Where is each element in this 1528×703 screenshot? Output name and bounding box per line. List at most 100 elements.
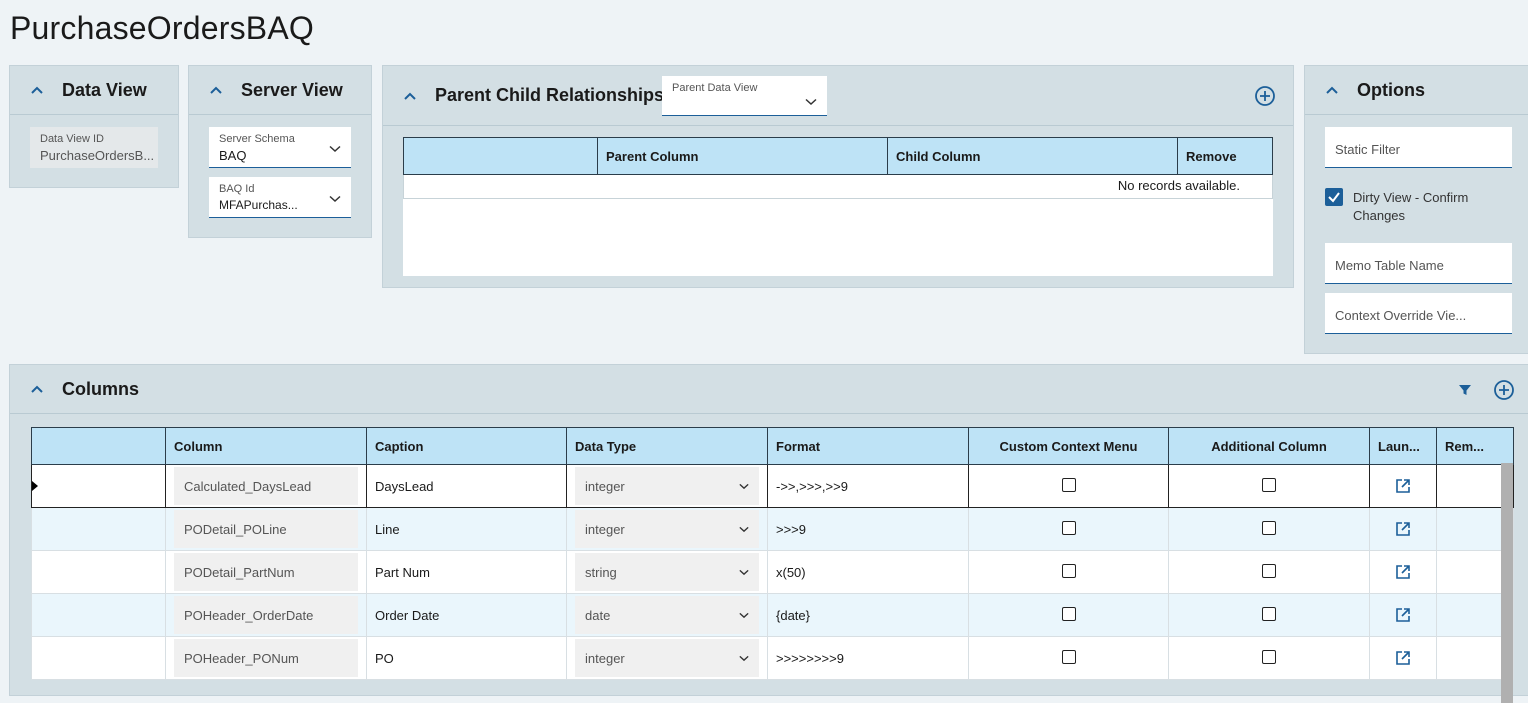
table-row[interactable]: PODetail_POLine Line integer >>>9 (31, 507, 1514, 551)
chevron-up-icon[interactable] (399, 85, 421, 107)
add-icon[interactable] (1254, 85, 1276, 107)
grid-header-caption[interactable]: Caption (366, 427, 567, 465)
data-type-cell[interactable]: integer (566, 507, 768, 551)
filter-icon[interactable] (1458, 383, 1472, 397)
chevron-down-icon[interactable] (329, 145, 341, 153)
additional-column-checkbox[interactable] (1262, 563, 1276, 578)
column-cell: PODetail_POLine (165, 507, 367, 551)
caption-cell[interactable]: Part Num (366, 550, 567, 594)
vertical-scrollbar[interactable] (1501, 463, 1513, 703)
memo-table-input[interactable]: Memo Table Name (1325, 243, 1512, 284)
context-override-input[interactable]: Context Override Vie... (1325, 293, 1512, 334)
data-type-cell[interactable]: string (566, 550, 768, 594)
table-row[interactable]: POHeader_OrderDate Order Date date {date… (31, 593, 1514, 637)
data-type-cell[interactable]: integer (566, 464, 768, 508)
caption-cell[interactable]: Order Date (366, 593, 567, 637)
custom-context-menu-checkbox[interactable] (1061, 649, 1076, 664)
dirty-view-checkbox[interactable] (1325, 188, 1343, 206)
additional-column-checkbox[interactable] (1262, 477, 1276, 492)
format-cell[interactable]: {date} (767, 593, 969, 637)
chevron-down-icon[interactable] (329, 195, 341, 203)
grid-header-parent-column[interactable]: Parent Column (597, 137, 888, 175)
options-panel: Options Static Filter Dirty View - Confi… (1304, 65, 1528, 354)
chevron-up-icon[interactable] (26, 378, 48, 400)
grid-header-child-column[interactable]: Child Column (887, 137, 1178, 175)
columns-title: Columns (62, 378, 140, 399)
table-row[interactable]: POHeader_PONum PO integer >>>>>>>>9 (31, 636, 1514, 680)
format-cell[interactable]: x(50) (767, 550, 969, 594)
grid-header-custom-context-menu[interactable]: Custom Context Menu (968, 427, 1169, 465)
grid-header-launch[interactable]: Laun... (1369, 427, 1437, 465)
data-view-id-value: PurchaseOrdersB... (40, 148, 155, 163)
row-selector[interactable] (31, 636, 166, 680)
data-view-header[interactable]: Data View (10, 66, 178, 115)
caption-cell[interactable]: PO (366, 636, 567, 680)
chevron-down-icon[interactable] (739, 526, 749, 533)
options-header[interactable]: Options (1305, 66, 1528, 115)
parent-child-panel: Parent Child Relationships Parent Data V… (382, 65, 1294, 288)
data-type-cell[interactable]: integer (566, 636, 768, 680)
data-type-select[interactable]: integer (575, 639, 759, 677)
chevron-down-icon[interactable] (805, 98, 817, 106)
static-filter-input[interactable]: Static Filter (1325, 127, 1512, 168)
data-view-title: Data View (62, 79, 147, 100)
custom-context-menu-checkbox[interactable] (1061, 477, 1076, 492)
row-selector[interactable] (31, 593, 166, 637)
format-cell[interactable]: ->>,>>>,>>9 (767, 464, 969, 508)
external-link-icon[interactable] (1395, 478, 1411, 494)
row-selector[interactable] (31, 464, 166, 508)
caption-cell[interactable]: Line (366, 507, 567, 551)
custom-context-menu-checkbox[interactable] (1061, 606, 1076, 621)
additional-column-checkbox[interactable] (1262, 520, 1276, 535)
data-type-select[interactable]: string (575, 553, 759, 591)
data-type-select[interactable]: integer (575, 467, 759, 505)
server-schema-select[interactable]: Server Schema BAQ (209, 127, 351, 168)
chevron-up-icon[interactable] (205, 79, 227, 101)
chevron-down-icon[interactable] (739, 612, 749, 619)
table-row[interactable]: Calculated_DaysLead DaysLead integer ->>… (31, 464, 1514, 508)
baq-id-select[interactable]: BAQ Id MFAPurchas... (209, 177, 351, 218)
grid-header-column[interactable]: Column (165, 427, 367, 465)
data-type-cell[interactable]: date (566, 593, 768, 637)
add-icon[interactable] (1493, 379, 1515, 401)
columns-header[interactable]: Columns (10, 365, 1528, 414)
custom-context-menu-checkbox[interactable] (1061, 520, 1076, 535)
columns-grid-header: Column Caption Data Type Format Custom C… (31, 427, 1514, 465)
grid-header-remove[interactable]: Rem... (1436, 427, 1514, 465)
columns-panel: Columns Column Caption Data Type Format … (9, 364, 1528, 703)
external-link-icon[interactable] (1395, 650, 1411, 666)
data-type-select[interactable]: integer (575, 510, 759, 548)
chevron-down-icon[interactable] (739, 569, 749, 576)
format-cell[interactable]: >>>>>>>>9 (767, 636, 969, 680)
external-link-icon[interactable] (1395, 521, 1411, 537)
caption-cell[interactable]: DaysLead (366, 464, 567, 508)
parent-child-header[interactable]: Parent Child Relationships Parent Data V… (383, 66, 1293, 126)
data-type-value: date (585, 607, 611, 623)
grid-header-remove[interactable]: Remove (1177, 137, 1273, 175)
chevron-up-icon[interactable] (26, 79, 48, 101)
chevron-up-icon[interactable] (1321, 79, 1343, 101)
format-value: x(50) (776, 564, 806, 580)
external-link-icon[interactable] (1395, 607, 1411, 623)
format-cell[interactable]: >>>9 (767, 507, 969, 551)
additional-column-checkbox[interactable] (1262, 606, 1276, 621)
additional-column-checkbox[interactable] (1262, 649, 1276, 664)
additional-column-cell (1168, 636, 1370, 680)
chevron-down-icon[interactable] (739, 483, 749, 490)
external-link-icon[interactable] (1395, 564, 1411, 580)
launch-cell (1369, 593, 1437, 637)
row-selector[interactable] (31, 507, 166, 551)
row-selector[interactable] (31, 550, 166, 594)
grid-header-format[interactable]: Format (767, 427, 969, 465)
parent-data-view-select[interactable]: Parent Data View (662, 76, 827, 116)
custom-context-menu-checkbox[interactable] (1061, 563, 1076, 578)
server-view-header[interactable]: Server View (189, 66, 371, 115)
row-indicator-icon (32, 481, 38, 491)
data-type-value: string (585, 564, 617, 580)
relationships-grid-header: Parent Column Child Column Remove (403, 137, 1273, 175)
grid-header-data-type[interactable]: Data Type (566, 427, 768, 465)
table-row[interactable]: PODetail_PartNum Part Num string x(50) (31, 550, 1514, 594)
grid-header-additional-column[interactable]: Additional Column (1168, 427, 1370, 465)
data-type-select[interactable]: date (575, 596, 759, 634)
chevron-down-icon[interactable] (739, 655, 749, 662)
